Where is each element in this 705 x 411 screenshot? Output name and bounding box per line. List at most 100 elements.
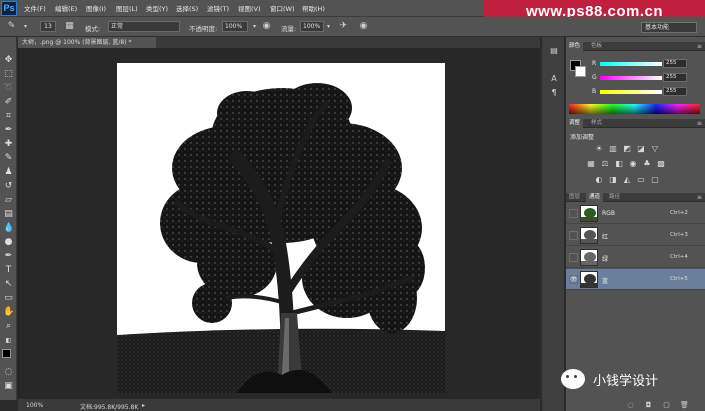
hue-saturation-icon[interactable]: ▦	[586, 159, 596, 169]
blue-value[interactable]: 255	[663, 87, 687, 96]
clone-stamp-tool-icon[interactable]: ♟	[3, 167, 14, 178]
eyedropper-tool-icon[interactable]: ✒	[3, 125, 14, 136]
visibility-toggle[interactable]	[569, 253, 578, 262]
color-background-swatch[interactable]	[575, 66, 586, 77]
menu-layer[interactable]: 图层(L)	[116, 3, 138, 13]
menu-file[interactable]: 文件(F)	[24, 3, 46, 13]
menu-edit[interactable]: 编辑(E)	[55, 3, 77, 13]
marquee-tool-icon[interactable]: ⬚	[3, 69, 14, 80]
vibrance-icon[interactable]: ▽	[650, 144, 660, 154]
pressure-opacity-icon[interactable]: ◉	[261, 21, 272, 32]
document-image[interactable]	[117, 63, 445, 393]
visibility-toggle[interactable]	[569, 209, 578, 218]
move-tool-icon[interactable]: ✥	[3, 55, 14, 66]
selective-color-icon[interactable]: ▢	[650, 175, 660, 185]
menu-filter[interactable]: 滤镜(T)	[207, 3, 229, 13]
brush-size-picker[interactable]: 13	[40, 21, 56, 32]
visibility-toggle[interactable]	[569, 231, 578, 240]
color-spectrum-bar[interactable]	[569, 104, 700, 114]
tab-adjustments[interactable]: 调整	[566, 119, 584, 128]
character-icon[interactable]: A	[548, 73, 560, 84]
path-select-tool-icon[interactable]: ↖	[3, 279, 14, 290]
levels-icon[interactable]: ▥	[608, 144, 618, 154]
zoom-tool-icon[interactable]: ⌕	[3, 321, 14, 332]
green-value[interactable]: 255	[663, 73, 687, 82]
type-tool-icon[interactable]: T	[3, 265, 14, 276]
channel-row-blue[interactable]: 👁 蓝 Ctrl+5	[566, 269, 705, 290]
workspace-select[interactable]: 基本功能	[641, 22, 697, 33]
brightness-contrast-icon[interactable]: ☀	[594, 144, 604, 154]
pen-tool-icon[interactable]: ✒	[3, 251, 14, 262]
brush-panel-icon[interactable]: ▦	[64, 21, 75, 32]
opacity-dropdown-icon[interactable]: ▾	[249, 21, 260, 32]
green-slider[interactable]	[600, 76, 662, 80]
status-menu-icon[interactable]: ▸	[142, 402, 145, 409]
tab-color[interactable]: 颜色	[566, 42, 584, 51]
channel-row-red[interactable]: 红 Ctrl+3	[566, 225, 705, 246]
panel-menu-icon[interactable]: ≡	[697, 119, 702, 128]
lasso-tool-icon[interactable]: ➰	[3, 83, 14, 94]
panel-menu-icon[interactable]: ≡	[697, 42, 702, 51]
quick-select-tool-icon[interactable]: ✐	[3, 97, 14, 108]
channel-row-green[interactable]: 绿 Ctrl+4	[566, 247, 705, 268]
gradient-map-icon[interactable]: ▭	[636, 175, 646, 185]
menu-select[interactable]: 选择(S)	[176, 3, 198, 13]
menu-type[interactable]: 类型(Y)	[146, 3, 168, 13]
delete-channel-icon[interactable]: 🗑	[680, 401, 689, 409]
color-balance-icon[interactable]: ⚖	[600, 159, 610, 169]
default-colors-icon[interactable]: ◧	[3, 335, 14, 346]
foreground-color-swatch[interactable]	[2, 349, 11, 358]
mode-select[interactable]: 正常	[108, 21, 180, 32]
menu-image[interactable]: 图像(I)	[86, 3, 106, 13]
tool-preset-dropdown-icon[interactable]: ▾	[20, 21, 31, 32]
photo-filter-icon[interactable]: ◉	[628, 159, 638, 169]
load-selection-icon[interactable]: ◌	[626, 401, 635, 409]
menu-help[interactable]: 帮助(H)	[302, 3, 325, 13]
quick-mask-icon[interactable]: ◌	[3, 367, 14, 378]
hand-tool-icon[interactable]: ✋	[3, 307, 14, 318]
pressure-size-icon[interactable]: ◉	[358, 21, 369, 32]
threshold-icon[interactable]: ◭	[622, 175, 632, 185]
flow-dropdown-icon[interactable]: ▾	[323, 21, 334, 32]
menu-window[interactable]: 窗口(W)	[270, 3, 295, 13]
panel-menu-icon[interactable]: ≡	[697, 193, 702, 202]
color-lookup-icon[interactable]: ▩	[656, 159, 666, 169]
document-tab[interactable]: 大树，.png @ 100% (背景图层, 蓝/8) *	[18, 37, 156, 48]
crop-tool-icon[interactable]: ⌗	[3, 111, 14, 122]
curves-icon[interactable]: ◩	[622, 144, 632, 154]
zoom-readout[interactable]: 100%	[26, 402, 43, 409]
red-value[interactable]: 255	[663, 59, 687, 68]
eye-icon[interactable]: 👁	[569, 275, 578, 284]
dodge-tool-icon[interactable]: ●	[3, 237, 14, 248]
eraser-tool-icon[interactable]: ▱	[3, 195, 14, 206]
paragraph-icon[interactable]: ¶	[548, 87, 560, 98]
history-brush-tool-icon[interactable]: ↺	[3, 181, 14, 192]
document-info[interactable]: 文档:995.8K/995.8K	[80, 402, 138, 411]
history-icon[interactable]: ▤	[548, 45, 560, 56]
posterize-icon[interactable]: ◨	[608, 175, 618, 185]
gradient-tool-icon[interactable]: ▤	[3, 209, 14, 220]
blur-tool-icon[interactable]: 💧	[3, 223, 14, 234]
tab-swatches[interactable]: 色板	[588, 42, 605, 51]
red-slider[interactable]	[600, 62, 662, 66]
tab-channels[interactable]: 通道	[586, 193, 604, 202]
tab-styles[interactable]: 样式	[588, 119, 605, 128]
save-selection-icon[interactable]: ◘	[644, 401, 653, 409]
tab-layers[interactable]: 图层	[566, 193, 583, 202]
channel-row-rgb[interactable]: RGB Ctrl+2	[566, 203, 705, 224]
tab-paths[interactable]: 路径	[606, 193, 623, 202]
black-white-icon[interactable]: ◧	[614, 159, 624, 169]
healing-brush-tool-icon[interactable]: ✚	[3, 139, 14, 150]
blue-slider[interactable]	[600, 90, 662, 94]
screen-mode-icon[interactable]: ▣	[3, 381, 14, 392]
rectangle-tool-icon[interactable]: ▭	[3, 293, 14, 304]
channel-mixer-icon[interactable]: ♣	[642, 159, 652, 169]
menu-view[interactable]: 视图(V)	[238, 3, 261, 13]
new-channel-icon[interactable]: ▢	[662, 401, 671, 409]
brush-tool-icon[interactable]: ✎	[6, 21, 17, 32]
opacity-input[interactable]: 100%	[222, 21, 248, 32]
flow-input[interactable]: 100%	[300, 21, 324, 32]
invert-icon[interactable]: ◐	[594, 175, 604, 185]
brush-tool-icon[interactable]: ✎	[3, 153, 14, 164]
exposure-icon[interactable]: ◪	[636, 144, 646, 154]
